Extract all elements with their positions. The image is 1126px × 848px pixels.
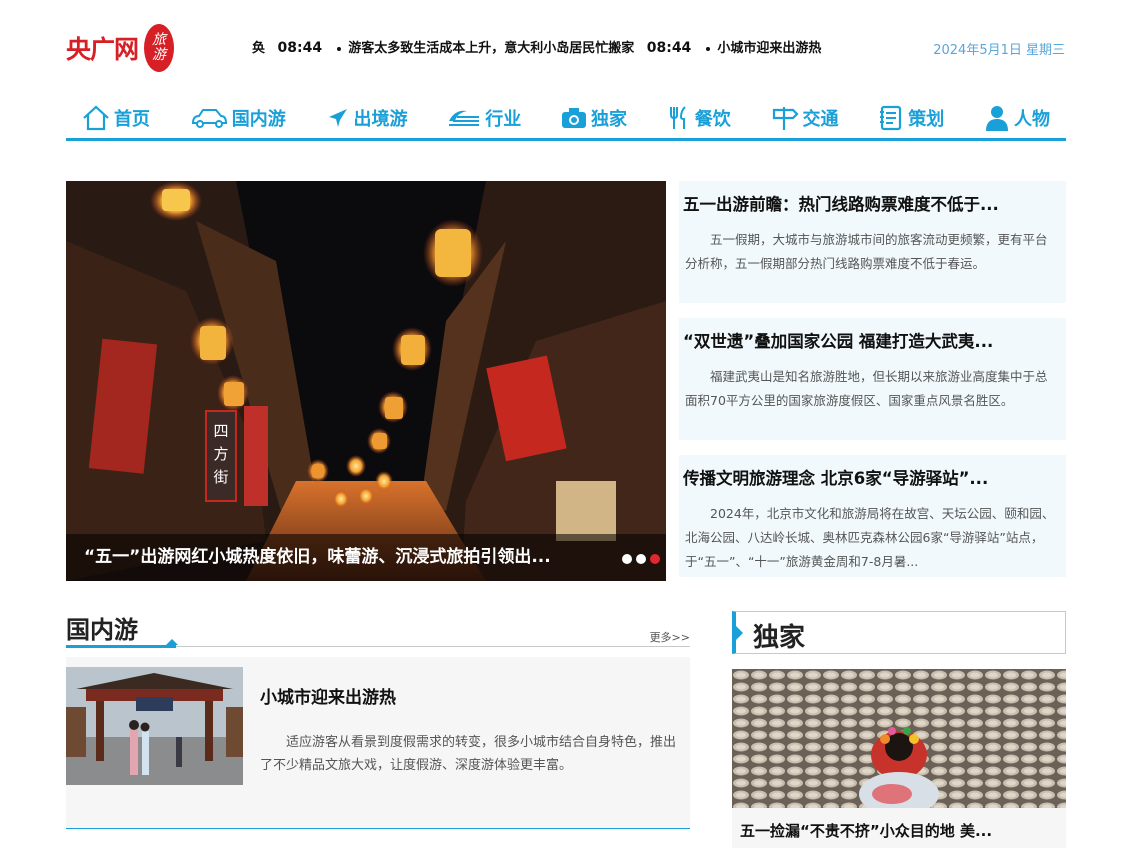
exclusive-image[interactable] [732, 669, 1066, 808]
news-title[interactable]: “双世遗”叠加国家公园 福建打造大武夷... [683, 328, 1058, 352]
slider-dots [622, 554, 660, 564]
ticker-item-text: 小城市迎来出游热 [717, 41, 822, 56]
home-icon [83, 105, 109, 131]
slider-dot-active[interactable] [650, 554, 660, 564]
section-header: 独家 [732, 611, 1066, 654]
news-summary: 2024年，北京市文化和旅游局将在故宫、天坛公园、颐和园、北海公园、八达岭长城、… [685, 506, 1055, 569]
scallop-photo [732, 669, 1066, 808]
article-card[interactable]: 小城市迎来出游热 适应游客从看景到度假需求的转变，很多小城市结合自身特色，推出了… [66, 657, 690, 829]
seal-char-2: 游 [152, 47, 167, 63]
wave-icon [449, 110, 480, 126]
news-ticker: 奂 08:44 游客太多致生活成本上升，意大利小岛居民忙搬家 08:44 小城市… [252, 37, 822, 57]
more-link[interactable]: 更多>> [650, 629, 690, 645]
signpost-icon [772, 107, 799, 130]
news-card[interactable]: 传播文明旅游理念 北京6家“导游驿站”... 2024年，北京市文化和旅游局将在… [679, 455, 1066, 577]
nav-item-dining[interactable]: 餐饮 [667, 98, 731, 138]
article-image[interactable] [66, 667, 243, 785]
current-date: 2024年5月1日 星期三 [933, 43, 1065, 58]
nav-label: 国内游 [231, 109, 286, 130]
gate-photo [66, 667, 243, 785]
article-title[interactable]: 小城市迎来出游热 [260, 683, 396, 708]
site-logo[interactable]: 央广网 旅 游 [66, 24, 175, 72]
section-underline [66, 645, 176, 648]
nav-label: 交通 [802, 109, 839, 130]
nav-item-people[interactable]: 人物 [984, 98, 1050, 138]
news-summary: 五一假期，大城市与旅游城市间的旅客流动更频繁，更有平台分析称，五一假期部分热门线… [685, 232, 1048, 271]
hero-slider[interactable]: 四 方 街 “五一”出游网红小城热度依旧，味蕾游、沉浸式旅拍引领出... [66, 181, 666, 581]
nav-label: 人物 [1014, 109, 1050, 130]
ticker-item[interactable]: 08:44 游客太多致生活成本上升，意大利小岛居民忙搬家 [278, 37, 635, 56]
car-icon [191, 109, 227, 128]
plane-icon [328, 109, 347, 127]
triangle-up-icon [166, 639, 178, 645]
nav-label: 首页 [114, 109, 150, 130]
slider-dot[interactable] [636, 554, 646, 564]
news-card[interactable]: 五一出游前瞻：热门线路购票难度不低于... 五一假期，大城市与旅游城市间的旅客流… [679, 181, 1066, 303]
nav-item-domestic[interactable]: 国内游 [190, 98, 286, 138]
nav-item-planning[interactable]: 策划 [878, 98, 944, 138]
nav-label: 策划 [908, 109, 945, 130]
street-sign-char-2: 方 [213, 445, 228, 463]
nav-item-home[interactable]: 首页 [82, 98, 150, 138]
exclusive-section: 独家 五一捡漏“不贵不挤”小众目的地 美... [732, 611, 1066, 848]
nav-label: 独家 [591, 109, 627, 130]
bullet-icon [336, 46, 341, 51]
ticker-time: 08:44 [277, 40, 323, 56]
nav-label: 餐饮 [694, 109, 731, 130]
ticker-item-text: 奂 [252, 41, 266, 56]
domestic-section: 国内游 更多>> 小城市迎来出游热 适应游客从看景到度假需求的转变，很多小城市结… [66, 610, 690, 829]
seal-char-1: 旅 [152, 32, 167, 48]
section-title: 独家 [753, 623, 806, 653]
travel-seal-icon: 旅 游 [144, 24, 175, 72]
street-sign-char-1: 四 [213, 422, 228, 440]
person-icon [986, 106, 1008, 131]
ticker-time: 08:44 [646, 40, 692, 56]
news-title[interactable]: 传播文明旅游理念 北京6家“导游驿站”... [683, 465, 1058, 489]
section-header: 国内游 更多>> [66, 610, 690, 648]
utensils-icon [669, 106, 686, 129]
nav-item-industry[interactable]: 行业 [447, 98, 521, 138]
hero-caption[interactable]: “五一”出游网红小城热度依旧，味蕾游、沉浸式旅拍引领出... [66, 534, 666, 581]
nav-label: 行业 [485, 109, 522, 130]
nav-label: 出境游 [353, 109, 408, 130]
hero-image: 四 方 街 [66, 181, 666, 581]
ticker-item[interactable]: 08:44 小城市迎来出游热 [647, 37, 822, 56]
notebook-icon [880, 105, 902, 131]
bullet-icon [705, 46, 710, 51]
section-title: 国内游 [66, 615, 138, 644]
news-title[interactable]: 五一出游前瞻：热门线路购票难度不低于... [683, 191, 1058, 215]
nav-item-exclusive[interactable]: 独家 [561, 98, 627, 138]
camera-icon [562, 108, 586, 128]
ticker-item[interactable]: 奂 [252, 37, 265, 56]
triangle-right-icon [736, 626, 743, 640]
main-nav: 首页 国内游 出境游 行业 独家 餐饮 交通 策划 人物 [66, 98, 1066, 141]
street-sign-char-3: 街 [213, 468, 228, 486]
ticker-item-text: 游客太多致生活成本上升，意大利小岛居民忙搬家 [348, 41, 635, 56]
news-card[interactable]: “双世遗”叠加国家公园 福建打造大武夷... 福建武夷山是知名旅游胜地，但长期以… [679, 318, 1066, 440]
nav-item-outbound[interactable]: 出境游 [326, 98, 408, 138]
exclusive-caption[interactable]: 五一捡漏“不贵不挤”小众目的地 美... [732, 808, 1066, 848]
news-summary: 福建武夷山是知名旅游胜地，但长期以来旅游业高度集中于总面积70平方公里的国家旅游… [685, 369, 1048, 408]
nav-item-transport[interactable]: 交通 [771, 98, 839, 138]
logo-text: 央广网 [66, 35, 139, 64]
article-summary: 适应游客从看景到度假需求的转变，很多小城市结合自身特色，推出了不少精品文旅大戏，… [260, 735, 677, 773]
slider-dot[interactable] [622, 554, 632, 564]
